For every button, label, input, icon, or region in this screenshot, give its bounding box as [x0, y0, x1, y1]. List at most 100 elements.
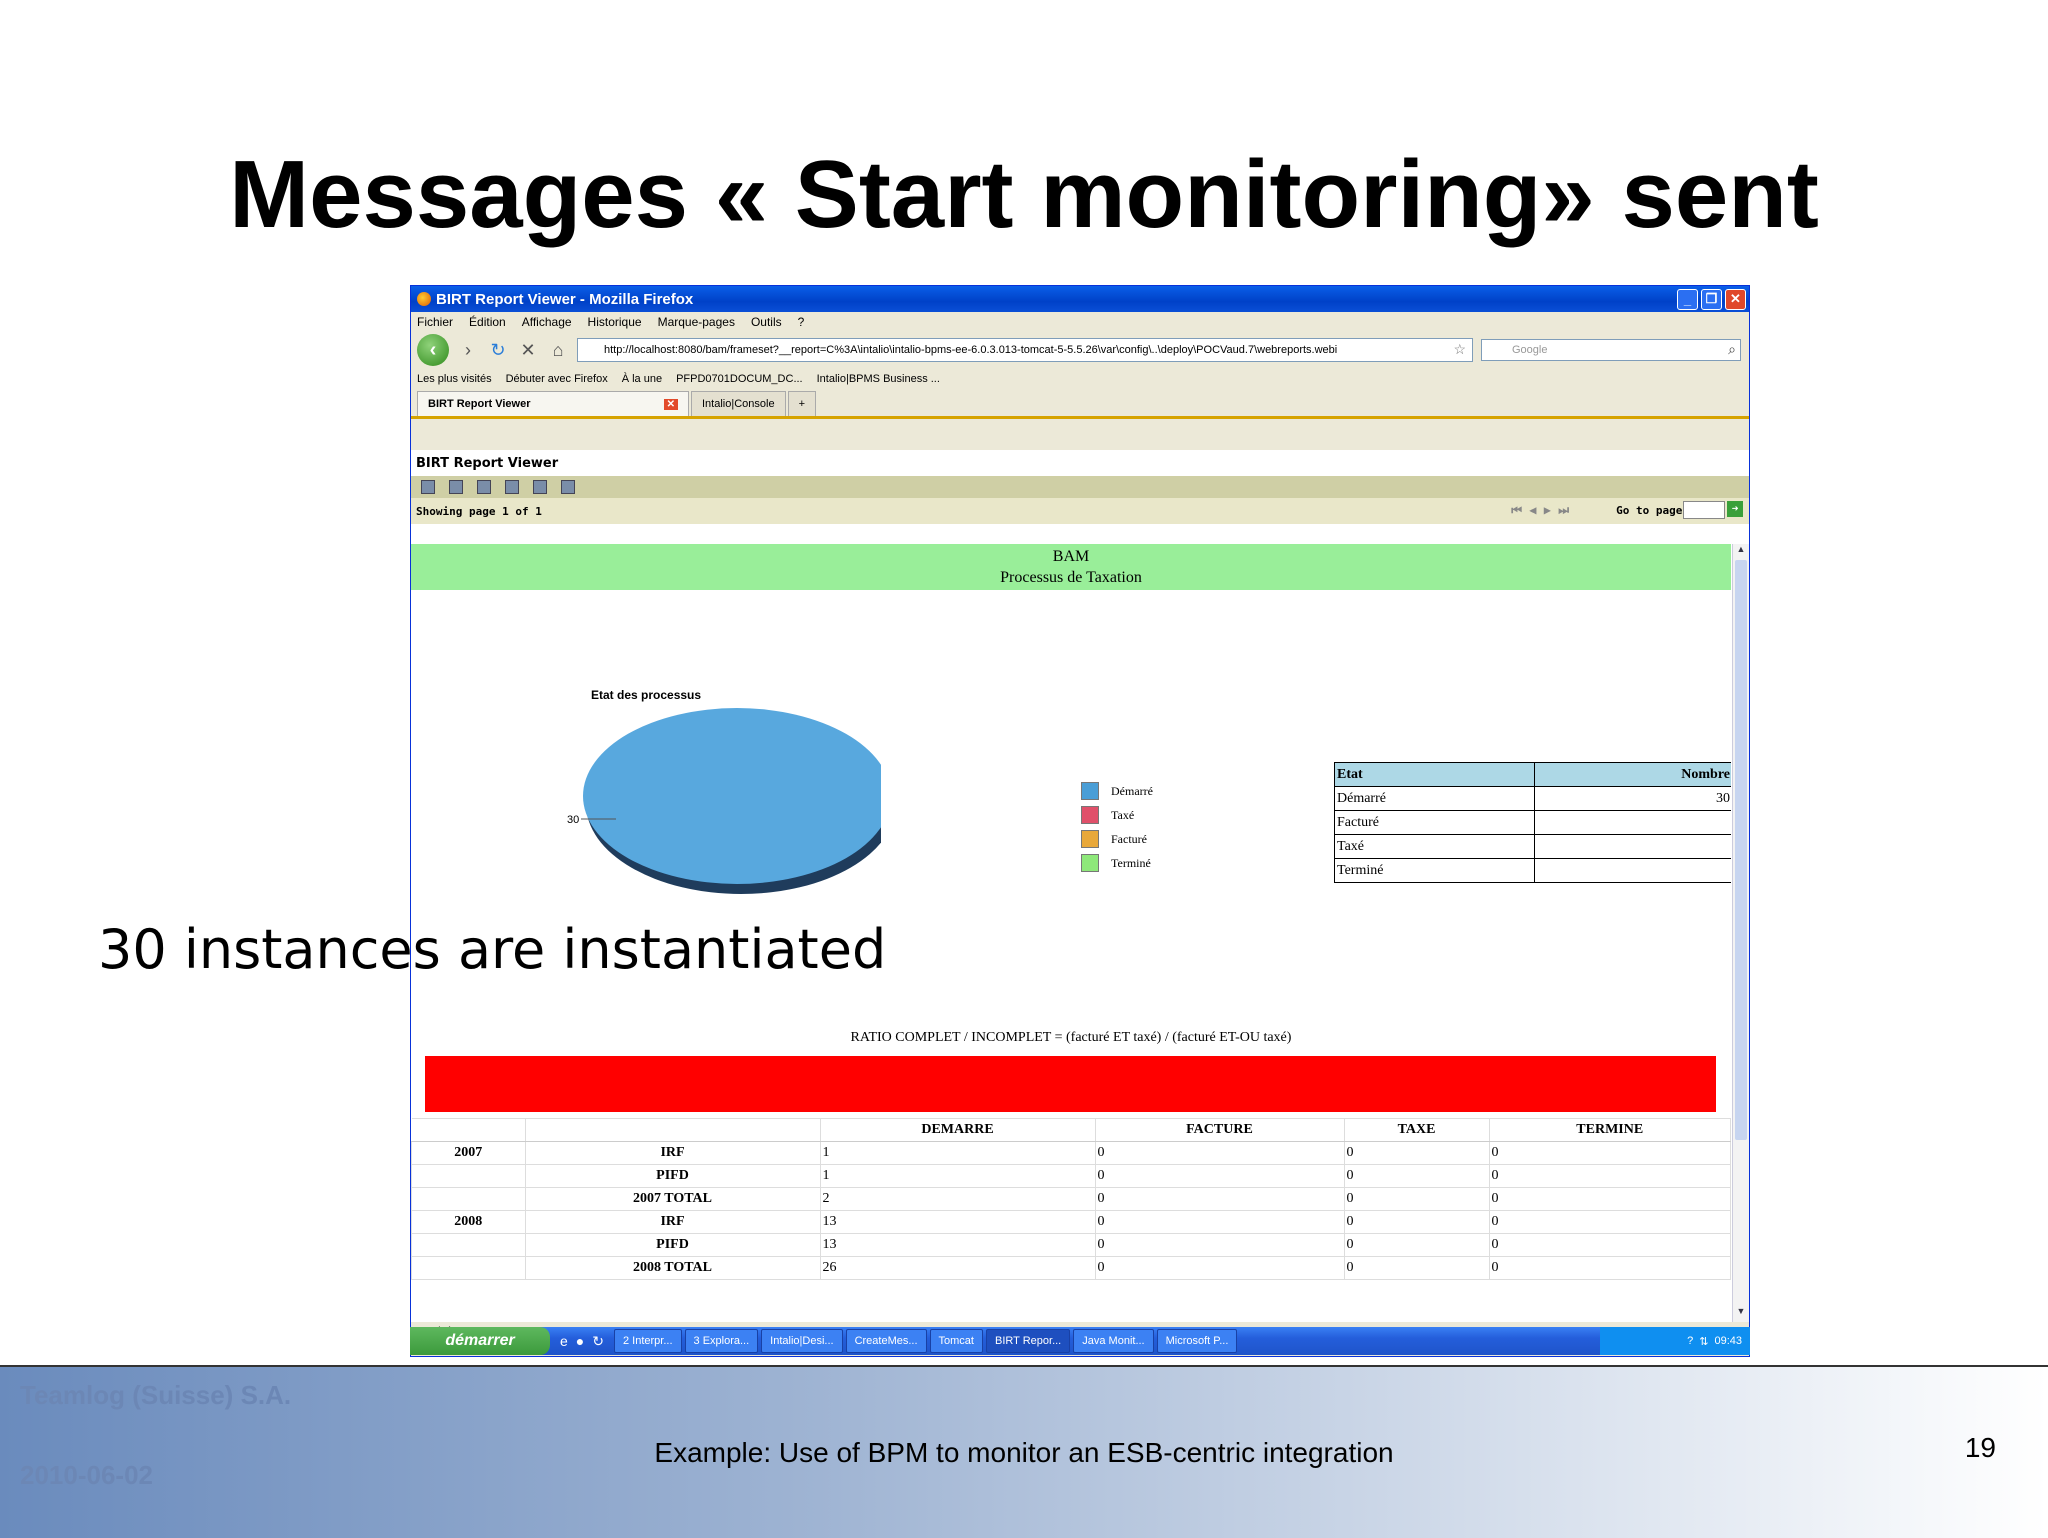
- chart-title: Etat des processus: [591, 688, 702, 702]
- menu-outils[interactable]: Outils: [751, 315, 782, 329]
- taskbar-item[interactable]: 2 Interpr...: [614, 1329, 682, 1353]
- print-server-icon[interactable]: [561, 480, 575, 494]
- value-cell: 0: [1094, 1164, 1345, 1188]
- legend-item-taxe: Taxé: [1081, 806, 1134, 824]
- clock: 09:43: [1714, 1335, 1742, 1347]
- year-header: DEMARRE: [819, 1118, 1096, 1142]
- slide-caption: 30 instances are instantiated: [98, 918, 887, 981]
- bookmark-item[interactable]: Débuter avec Firefox: [506, 373, 608, 385]
- value-cell: 0: [1094, 1210, 1345, 1234]
- network-icon[interactable]: ⇅: [1699, 1335, 1708, 1348]
- menu-bar: Fichier Édition Affichage Historique Mar…: [411, 312, 1749, 332]
- taskbar-item[interactable]: Intalio|Desi...: [761, 1329, 843, 1353]
- export-data-icon[interactable]: [477, 480, 491, 494]
- minimize-icon[interactable]: _: [1677, 288, 1698, 310]
- value-cell: 0: [1343, 1233, 1490, 1257]
- legend-item-demarre: Démarré: [1081, 782, 1153, 800]
- tab-bar: BIRT Report Viewer ✕ Intalio|Console +: [411, 390, 1749, 419]
- bookmark-star-icon[interactable]: ☆: [1453, 341, 1466, 358]
- report-scrollbar[interactable]: ▲ ▼: [1732, 544, 1749, 1322]
- year-header: TAXE: [1343, 1118, 1490, 1142]
- close-tab-icon[interactable]: ✕: [663, 398, 678, 410]
- goto-page-input[interactable]: [1683, 501, 1725, 519]
- search-icon[interactable]: ⌕: [1728, 341, 1736, 358]
- taskbar-item[interactable]: Java Monit...: [1073, 1329, 1154, 1353]
- scroll-thumb[interactable]: [1735, 560, 1747, 1140]
- menu-marque-pages[interactable]: Marque-pages: [658, 315, 735, 329]
- footer-caption: Example: Use of BPM to monitor an ESB-ce…: [654, 1437, 1394, 1468]
- state-cell: [1534, 834, 1731, 859]
- legend-swatch: [1081, 854, 1099, 872]
- table-row: PIFD 13 0 0 0: [411, 1233, 1731, 1257]
- new-tab-button[interactable]: +: [787, 391, 817, 416]
- page-navigation-icon[interactable]: ⏮ ◀ ▶ ⏭: [1511, 503, 1569, 518]
- bookmark-item[interactable]: À la une: [622, 373, 662, 385]
- menu-fichier[interactable]: Fichier: [417, 315, 453, 329]
- viewer-toolbar: [411, 476, 1749, 498]
- value-cell: 26: [819, 1256, 1096, 1280]
- menu-edition[interactable]: Édition: [469, 315, 506, 329]
- year-cell: [411, 1233, 526, 1257]
- window-titlebar[interactable]: BIRT Report Viewer - Mozilla Firefox _ ❐…: [411, 286, 1749, 312]
- value-cell: 0: [1488, 1164, 1731, 1188]
- back-arrow-icon[interactable]: ‹: [417, 334, 449, 366]
- export-report-icon[interactable]: [505, 480, 519, 494]
- menu-affichage[interactable]: Affichage: [522, 315, 572, 329]
- scroll-down-icon[interactable]: ▼: [1733, 1306, 1749, 1322]
- url-text: http://localhost:8080/bam/frameset?__rep…: [604, 344, 1338, 356]
- legend-swatch: [1081, 782, 1099, 800]
- year-table: DEMARRE FACTURE TAXE TERMINE 2007 IRF 1 …: [411, 1118, 1731, 1280]
- year-header: FACTURE: [1094, 1118, 1345, 1142]
- bookmark-item[interactable]: Intalio|BPMS Business ...: [817, 373, 940, 385]
- close-icon[interactable]: ✕: [1725, 288, 1746, 310]
- help-icon[interactable]: ?: [1687, 1335, 1693, 1347]
- taskbar-item[interactable]: CreateMes...: [845, 1329, 927, 1353]
- windows-taskbar: démarrer e ● ↻ 2 Interpr... 3 Explora...…: [410, 1327, 1750, 1355]
- maximize-icon[interactable]: ❐: [1701, 288, 1722, 310]
- taskbar-item[interactable]: Microsoft P...: [1156, 1329, 1238, 1353]
- table-row: 2008 IRF 13 0 0 0: [411, 1210, 1731, 1234]
- menu-historique[interactable]: Historique: [588, 315, 642, 329]
- firefox-icon: [417, 292, 431, 306]
- year-header: TERMINE: [1488, 1118, 1731, 1142]
- year-cell: [411, 1256, 526, 1280]
- ratio-text: RATIO COMPLET / INCOMPLET = (facturé ET …: [850, 1030, 1292, 1045]
- legend-item-termine: Terminé: [1081, 854, 1151, 872]
- bookmark-item[interactable]: Les plus visités: [417, 373, 492, 385]
- state-cell: Taxé: [1334, 834, 1535, 859]
- menu-help[interactable]: ?: [798, 315, 805, 329]
- parameters-icon[interactable]: [449, 480, 463, 494]
- tab-birt-report-viewer[interactable]: BIRT Report Viewer ✕: [417, 391, 689, 416]
- forward-arrow-icon[interactable]: ›: [457, 340, 479, 361]
- legend-swatch: [1081, 830, 1099, 848]
- taskbar-item[interactable]: 3 Explora...: [684, 1329, 759, 1353]
- bookmark-item[interactable]: PFPD0701DOCUM_DC...: [676, 373, 803, 385]
- url-bar[interactable]: http://localhost:8080/bam/frameset?__rep…: [577, 338, 1473, 362]
- window-title: BIRT Report Viewer - Mozilla Firefox: [436, 290, 694, 308]
- start-button[interactable]: démarrer: [410, 1327, 550, 1355]
- footer-company: Teamlog (Suisse) S.A.: [20, 1380, 292, 1410]
- row-label: 2007 TOTAL: [524, 1187, 821, 1211]
- table-row: 2008 TOTAL 26 0 0 0: [411, 1256, 1731, 1280]
- go-arrow-icon[interactable]: ➜: [1727, 501, 1743, 517]
- state-header-etat: Etat: [1334, 762, 1535, 787]
- refresh-icon[interactable]: ↻: [592, 1333, 604, 1350]
- row-label: 2008 TOTAL: [524, 1256, 821, 1280]
- search-input[interactable]: Google ⌕: [1481, 339, 1741, 361]
- stop-icon[interactable]: ✕: [517, 340, 539, 361]
- ie-icon[interactable]: e: [560, 1333, 568, 1350]
- state-cell: 30: [1534, 786, 1731, 811]
- value-cell: 2: [819, 1187, 1096, 1211]
- print-icon[interactable]: [533, 480, 547, 494]
- value-cell: 0: [1094, 1256, 1345, 1280]
- scroll-up-icon[interactable]: ▲: [1733, 544, 1749, 560]
- toc-icon[interactable]: [421, 480, 435, 494]
- firefox-icon[interactable]: ●: [576, 1333, 584, 1350]
- tab-intalio-console[interactable]: Intalio|Console: [691, 391, 786, 416]
- taskbar-item[interactable]: BIRT Repor...: [986, 1329, 1071, 1353]
- reload-icon[interactable]: ↻: [487, 340, 509, 361]
- value-cell: 0: [1343, 1164, 1490, 1188]
- taskbar-item[interactable]: Tomcat: [929, 1329, 983, 1353]
- row-label: PIFD: [524, 1233, 821, 1257]
- home-icon[interactable]: ⌂: [547, 340, 569, 361]
